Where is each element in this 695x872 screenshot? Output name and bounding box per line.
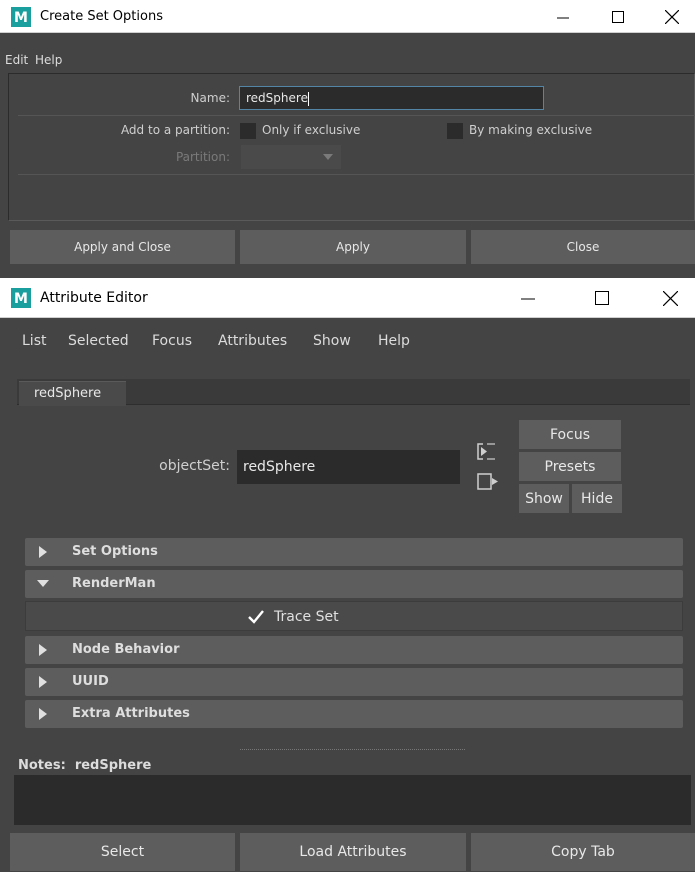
output-connection-icon[interactable]	[477, 473, 499, 490]
making-exclusive-label: By making exclusive	[469, 123, 593, 137]
expand-arrow-icon	[39, 676, 47, 688]
name-field-value: redSphere	[246, 91, 308, 105]
only-exclusive-label: Only if exclusive	[262, 123, 361, 137]
window-title: Attribute Editor	[40, 290, 148, 306]
section-label: Extra Attributes	[72, 706, 190, 721]
apply-button[interactable]: Apply	[240, 230, 466, 264]
menu-show[interactable]: Show	[313, 333, 351, 349]
tab-redsphere[interactable]: redSphere	[19, 381, 126, 406]
renderman-content: Trace Set	[25, 601, 683, 631]
title-bar: M Attribute Editor	[0, 278, 695, 318]
maximize-button[interactable]	[579, 278, 625, 318]
maya-logo-icon: M	[11, 7, 31, 27]
copy-tab-button[interactable]: Copy Tab	[471, 833, 695, 871]
create-set-options-window: M Create Set Options Edit Help Name: red…	[0, 0, 695, 271]
menu-help[interactable]: Help	[378, 333, 410, 349]
divider	[18, 174, 695, 175]
menu-attributes[interactable]: Attributes	[218, 333, 287, 349]
hide-button[interactable]: Hide	[572, 484, 622, 513]
section-uuid[interactable]: UUID	[25, 668, 683, 696]
divider	[18, 115, 695, 116]
collapse-arrow-icon	[37, 580, 49, 587]
focus-button[interactable]: Focus	[519, 420, 621, 449]
section-label: Set Options	[72, 544, 158, 559]
dropdown-arrow-icon	[323, 154, 333, 160]
menu-help[interactable]: Help	[35, 53, 62, 67]
only-exclusive-checkbox[interactable]	[240, 123, 256, 139]
menu-list[interactable]: List	[22, 333, 46, 349]
section-label: UUID	[72, 674, 109, 689]
splitter-handle[interactable]	[240, 749, 465, 750]
section-node-behavior[interactable]: Node Behavior	[25, 636, 683, 664]
partition-field-label: Partition:	[175, 150, 230, 164]
maximize-button[interactable]	[595, 0, 641, 33]
object-set-field[interactable]: redSphere	[237, 450, 460, 484]
expand-arrow-icon	[39, 644, 47, 656]
expand-arrow-icon	[39, 708, 47, 720]
section-renderman[interactable]: RenderMan	[25, 570, 683, 598]
partition-dropdown[interactable]	[241, 145, 341, 169]
section-label: Node Behavior	[72, 642, 180, 657]
checkmark-icon[interactable]	[248, 610, 264, 624]
minimize-icon	[521, 298, 535, 300]
show-button[interactable]: Show	[519, 484, 569, 513]
minimize-icon	[557, 17, 569, 18]
notes-label: Notes: redSphere	[18, 758, 152, 773]
making-exclusive-checkbox[interactable]	[447, 123, 463, 139]
maximize-icon	[612, 10, 624, 23]
name-field[interactable]: redSphere	[239, 86, 544, 110]
object-set-label: objectSet:	[159, 458, 230, 474]
maximize-icon	[595, 291, 609, 305]
notes-field[interactable]	[14, 775, 691, 825]
section-label: RenderMan	[72, 576, 156, 591]
object-set-value: redSphere	[243, 459, 316, 475]
expand-arrow-icon	[39, 546, 47, 558]
menu-focus[interactable]: Focus	[152, 333, 192, 349]
menu-edit[interactable]: Edit	[5, 53, 28, 67]
select-button[interactable]: Select	[10, 833, 235, 871]
input-connection-icon[interactable]	[477, 443, 497, 460]
close-button[interactable]	[647, 278, 693, 318]
load-attributes-button[interactable]: Load Attributes	[240, 833, 466, 871]
presets-button[interactable]: Presets	[519, 452, 621, 481]
close-icon	[662, 290, 678, 306]
section-set-options[interactable]: Set Options	[25, 538, 683, 566]
menu-bar: Edit Help	[0, 33, 695, 71]
menu-bar: List Selected Focus Attributes Show Help	[0, 318, 695, 364]
close-button[interactable]	[649, 0, 695, 33]
apply-and-close-button[interactable]: Apply and Close	[10, 230, 235, 264]
minimize-button[interactable]	[505, 278, 551, 318]
title-bar: M Create Set Options	[0, 0, 695, 33]
attribute-editor-window: M Attribute Editor List Selected Focus A…	[0, 278, 695, 872]
window-title: Create Set Options	[40, 9, 163, 24]
section-extra-attributes[interactable]: Extra Attributes	[25, 700, 683, 728]
menu-selected[interactable]: Selected	[68, 333, 129, 349]
close-icon	[665, 9, 679, 24]
partition-label: Add to a partition:	[120, 123, 230, 137]
close-window-button[interactable]: Close	[471, 230, 695, 264]
maya-logo-icon: M	[11, 288, 31, 308]
minimize-button[interactable]	[540, 0, 586, 33]
svg-text:M: M	[14, 291, 28, 307]
name-label: Name:	[190, 91, 230, 105]
trace-set-label: Trace Set	[274, 609, 339, 625]
svg-text:M: M	[14, 10, 28, 26]
tab-label: redSphere	[34, 386, 102, 401]
